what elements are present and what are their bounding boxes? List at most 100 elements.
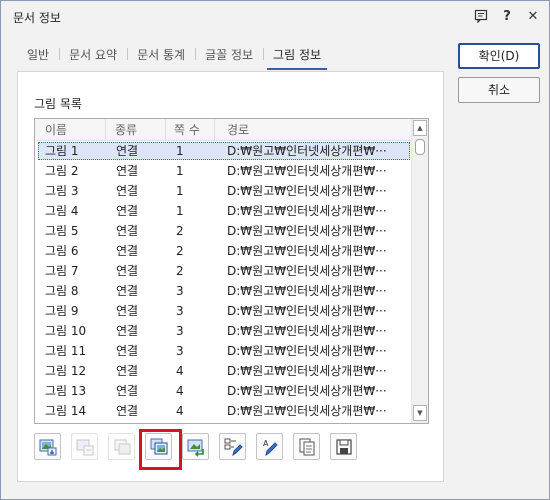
column-header-path[interactable]: 경로 xyxy=(215,119,412,141)
title-bar: 문서 정보 ? ✕ xyxy=(1,1,549,32)
table-row[interactable]: 그림 3 연결 1 D:₩원고₩인터넷세상개편₩··· xyxy=(35,181,412,201)
cell-path: D:₩원고₩인터넷세상개편₩··· xyxy=(227,304,387,318)
cell-path: D:₩원고₩인터넷세상개편₩··· xyxy=(227,404,387,418)
cell-path: D:₩원고₩인터넷세상개편₩··· xyxy=(227,364,387,378)
cell-type: 연결 xyxy=(116,284,139,298)
picture-info-panel: 그림 목록 이름 종류 쪽 수 경로 그림 1 연결 1 D:₩원고₩인터넷세상개편₩… xyxy=(17,71,444,482)
picture-list-edit-icon xyxy=(224,438,243,456)
table-row[interactable]: 그림 5 연결 2 D:₩원고₩인터넷세상개편₩··· xyxy=(35,221,412,241)
save-button[interactable] xyxy=(330,433,357,460)
cell-name: 그림 4 xyxy=(45,204,79,218)
scroll-down-arrow-icon[interactable]: ▼ xyxy=(413,405,427,421)
cell-type: 연결 xyxy=(116,364,139,378)
tab-general[interactable]: 일반 xyxy=(17,43,59,67)
highlight-box xyxy=(139,429,182,470)
cell-type: 연결 xyxy=(116,304,139,318)
cell-path: D:₩원고₩인터넷세상개편₩··· xyxy=(227,264,387,278)
column-header-name[interactable]: 이름 xyxy=(35,119,106,141)
cell-page: 1 xyxy=(176,144,184,158)
cell-page: 1 xyxy=(176,164,184,178)
picture-copy-icon xyxy=(114,439,130,454)
table-row[interactable]: 그림 12 연결 4 D:₩원고₩인터넷세상개편₩··· xyxy=(35,361,412,381)
picture-view-button[interactable] xyxy=(34,433,61,460)
table-row[interactable]: 그림 6 연결 2 D:₩원고₩인터넷세상개편₩··· xyxy=(35,241,412,261)
list-rows: 그림 1 연결 1 D:₩원고₩인터넷세상개편₩··· 그림 2 연결 1 D:₩원고₩인터넷… xyxy=(35,141,412,421)
cell-name: 그림 5 xyxy=(45,224,79,238)
cell-path: D:₩원고₩인터넷세상개편₩··· xyxy=(227,384,387,398)
picture-replace-button[interactable] xyxy=(182,433,209,460)
table-row[interactable]: 그림 14 연결 4 D:₩원고₩인터넷세상개편₩··· xyxy=(35,401,412,421)
table-row[interactable]: 그림 7 연결 2 D:₩원고₩인터넷세상개편₩··· xyxy=(35,261,412,281)
cell-name: 그림 1 xyxy=(45,144,79,158)
cell-page: 3 xyxy=(176,324,184,338)
cell-path: D:₩원고₩인터넷세상개편₩··· xyxy=(227,344,387,358)
picture-embed-icon xyxy=(76,439,93,455)
cell-type: 연결 xyxy=(116,384,139,398)
list-scrollbar[interactable]: ▲ ▼ xyxy=(411,119,428,423)
column-header-type[interactable]: 종류 xyxy=(106,119,166,141)
cell-path: D:₩원고₩인터넷세상개편₩··· xyxy=(227,224,387,238)
cell-page: 4 xyxy=(176,364,184,378)
table-row[interactable]: 그림 11 연결 3 D:₩원고₩인터넷세상개편₩··· xyxy=(35,341,412,361)
picture-embed-button[interactable] xyxy=(71,433,98,460)
picture-copy-button[interactable] xyxy=(108,433,135,460)
cell-type: 연결 xyxy=(116,344,139,358)
cancel-button[interactable]: 취소 xyxy=(458,77,540,103)
cell-type: 연결 xyxy=(116,204,139,218)
cell-type: 연결 xyxy=(116,264,139,278)
caption-edit-button[interactable]: A xyxy=(256,433,283,460)
picture-view-icon xyxy=(39,439,56,455)
tab-font-info[interactable]: 글꼴 정보 xyxy=(195,43,263,67)
table-row[interactable]: 그림 13 연결 4 D:₩원고₩인터넷세상개편₩··· xyxy=(35,381,412,401)
picture-list[interactable]: 이름 종류 쪽 수 경로 그림 1 연결 1 D:₩원고₩인터넷세상개편₩··· 그림 … xyxy=(34,118,429,424)
scroll-thumb[interactable] xyxy=(415,139,425,155)
cell-page: 3 xyxy=(176,284,184,298)
cell-name: 그림 13 xyxy=(45,384,87,398)
copy-list-button[interactable] xyxy=(293,433,320,460)
close-icon[interactable]: ✕ xyxy=(525,7,541,25)
table-row[interactable]: 그림 8 연결 3 D:₩원고₩인터넷세상개편₩··· xyxy=(35,281,412,301)
picture-toolbar: A xyxy=(34,433,367,463)
cell-path: D:₩원고₩인터넷세상개편₩··· xyxy=(227,244,387,258)
cell-name: 그림 7 xyxy=(45,264,79,278)
cell-path: D:₩원고₩인터넷세상개편₩··· xyxy=(227,204,387,218)
column-header-page[interactable]: 쪽 수 xyxy=(166,119,215,141)
cell-name: 그림 14 xyxy=(45,404,87,418)
cell-type: 연결 xyxy=(116,404,139,418)
cell-type: 연결 xyxy=(116,224,139,238)
cell-type: 연결 xyxy=(116,164,139,178)
cell-name: 그림 6 xyxy=(45,244,79,258)
cell-page: 2 xyxy=(176,244,184,258)
cell-name: 그림 12 xyxy=(45,364,87,378)
cell-name: 그림 9 xyxy=(45,304,79,318)
tab-document-summary[interactable]: 문서 요약 xyxy=(59,43,127,67)
cell-page: 4 xyxy=(176,384,184,398)
cell-name: 그림 3 xyxy=(45,184,79,198)
picture-list-edit-button[interactable] xyxy=(219,433,246,460)
table-row[interactable]: 그림 10 연결 3 D:₩원고₩인터넷세상개편₩··· xyxy=(35,321,412,341)
cell-name: 그림 11 xyxy=(45,344,87,358)
titlebar-buttons: ? ✕ xyxy=(473,7,541,25)
cell-type: 연결 xyxy=(116,184,139,198)
cell-page: 1 xyxy=(176,204,184,218)
tab-document-statistics[interactable]: 문서 통계 xyxy=(127,43,195,67)
tab-bar: 일반 문서 요약 문서 통계 글꼴 정보 그림 정보 xyxy=(17,43,331,70)
cell-page: 2 xyxy=(176,224,184,238)
table-row[interactable]: 그림 4 연결 1 D:₩원고₩인터넷세상개편₩··· xyxy=(35,201,412,221)
question-icon[interactable]: ? xyxy=(499,7,515,25)
table-row[interactable]: 그림 2 연결 1 D:₩원고₩인터넷세상개편₩··· xyxy=(35,161,412,181)
dialog-help-icon[interactable] xyxy=(473,7,489,25)
cell-name: 그림 8 xyxy=(45,284,79,298)
document-info-dialog: 문서 정보 ? ✕ 일반 문서 요약 문서 통계 글꼴 정보 그림 정보 그림 … xyxy=(0,0,550,500)
table-row[interactable]: 그림 1 연결 1 D:₩원고₩인터넷세상개편₩··· xyxy=(35,141,412,161)
cell-name: 그림 2 xyxy=(45,164,79,178)
picture-replace-icon xyxy=(187,439,204,457)
cell-page: 3 xyxy=(176,344,184,358)
cell-name: 그림 10 xyxy=(45,324,87,338)
ok-button[interactable]: 확인(D) xyxy=(458,43,540,69)
window-title: 문서 정보 xyxy=(13,11,61,25)
cell-path: D:₩원고₩인터넷세상개편₩··· xyxy=(227,164,387,178)
table-row[interactable]: 그림 9 연결 3 D:₩원고₩인터넷세상개편₩··· xyxy=(35,301,412,321)
scroll-up-arrow-icon[interactable]: ▲ xyxy=(413,120,427,136)
tab-picture-info[interactable]: 그림 정보 xyxy=(263,43,331,70)
